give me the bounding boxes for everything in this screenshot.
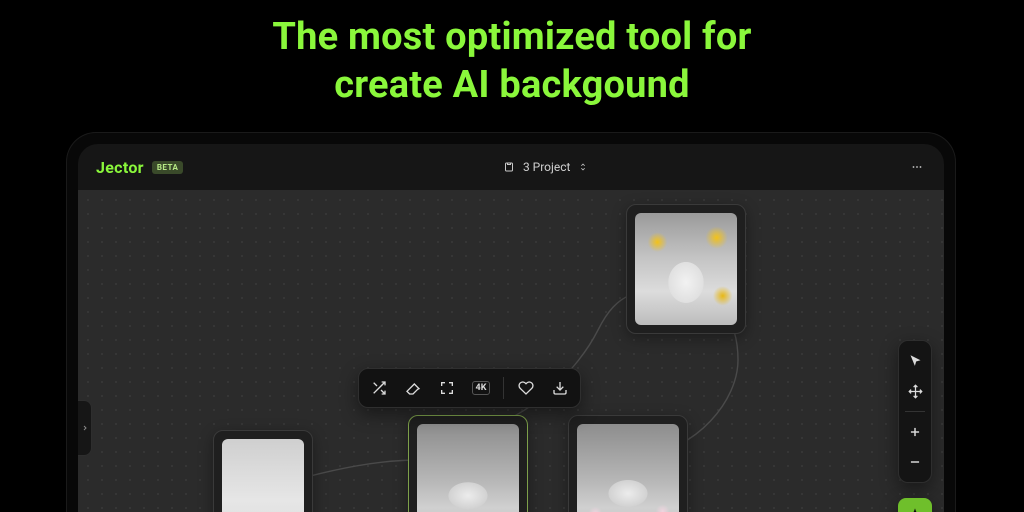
pointer-icon	[908, 354, 923, 369]
canvas-node[interactable]	[626, 204, 746, 334]
node-action-toolbar: 4K	[358, 368, 581, 408]
eraser-icon	[405, 380, 421, 396]
expand-button[interactable]	[431, 372, 463, 404]
project-icon	[503, 161, 515, 173]
canvas-node[interactable]	[213, 430, 313, 512]
expand-icon	[439, 380, 455, 396]
toolbar-separator	[905, 411, 925, 412]
headline-line-2: create AI backgound	[0, 62, 1024, 110]
canvas-node[interactable]	[568, 415, 688, 512]
toolbar-separator	[503, 377, 504, 399]
generate-button[interactable]	[898, 498, 932, 512]
canvas-node-selected[interactable]	[408, 415, 528, 512]
left-drawer-handle[interactable]	[78, 400, 92, 456]
plus-icon	[908, 425, 922, 439]
app-screen: Jector BETA 3 Project	[78, 144, 944, 512]
download-button[interactable]	[544, 372, 576, 404]
heart-icon	[518, 380, 534, 396]
top-bar: Jector BETA 3 Project	[78, 144, 944, 190]
quality-4k-label: 4K	[472, 381, 491, 395]
headline: The most optimized tool for create AI ba…	[0, 14, 1024, 109]
chevron-right-icon	[81, 422, 89, 434]
brand: Jector BETA	[96, 158, 183, 177]
headline-line-1: The most optimized tool for	[0, 14, 1024, 62]
minus-icon	[908, 455, 922, 469]
project-label: 3 Project	[523, 160, 571, 174]
move-tool-button[interactable]	[901, 377, 929, 405]
node-thumbnail	[417, 424, 519, 512]
quality-4k-button[interactable]: 4K	[465, 372, 497, 404]
node-thumbnail	[222, 439, 304, 512]
shuffle-button[interactable]	[363, 372, 395, 404]
more-menu[interactable]	[908, 161, 926, 173]
project-selector[interactable]: 3 Project	[503, 160, 589, 174]
chevron-up-down-icon	[578, 161, 588, 173]
zoom-out-button[interactable]	[901, 448, 929, 476]
shuffle-icon	[371, 380, 387, 396]
beta-badge: BETA	[152, 161, 184, 174]
zoom-in-button[interactable]	[901, 418, 929, 446]
pointer-tool-button[interactable]	[901, 347, 929, 375]
view-toolbar	[898, 340, 932, 483]
erase-button[interactable]	[397, 372, 429, 404]
node-thumbnail	[577, 424, 679, 512]
download-icon	[552, 380, 568, 396]
device-frame: Jector BETA 3 Project	[66, 132, 956, 512]
canvas[interactable]: 4K	[78, 190, 944, 512]
sparkle-icon	[907, 507, 923, 512]
favorite-button[interactable]	[510, 372, 542, 404]
node-thumbnail	[635, 213, 737, 325]
brand-name: Jector	[96, 158, 144, 177]
move-icon	[908, 384, 923, 399]
